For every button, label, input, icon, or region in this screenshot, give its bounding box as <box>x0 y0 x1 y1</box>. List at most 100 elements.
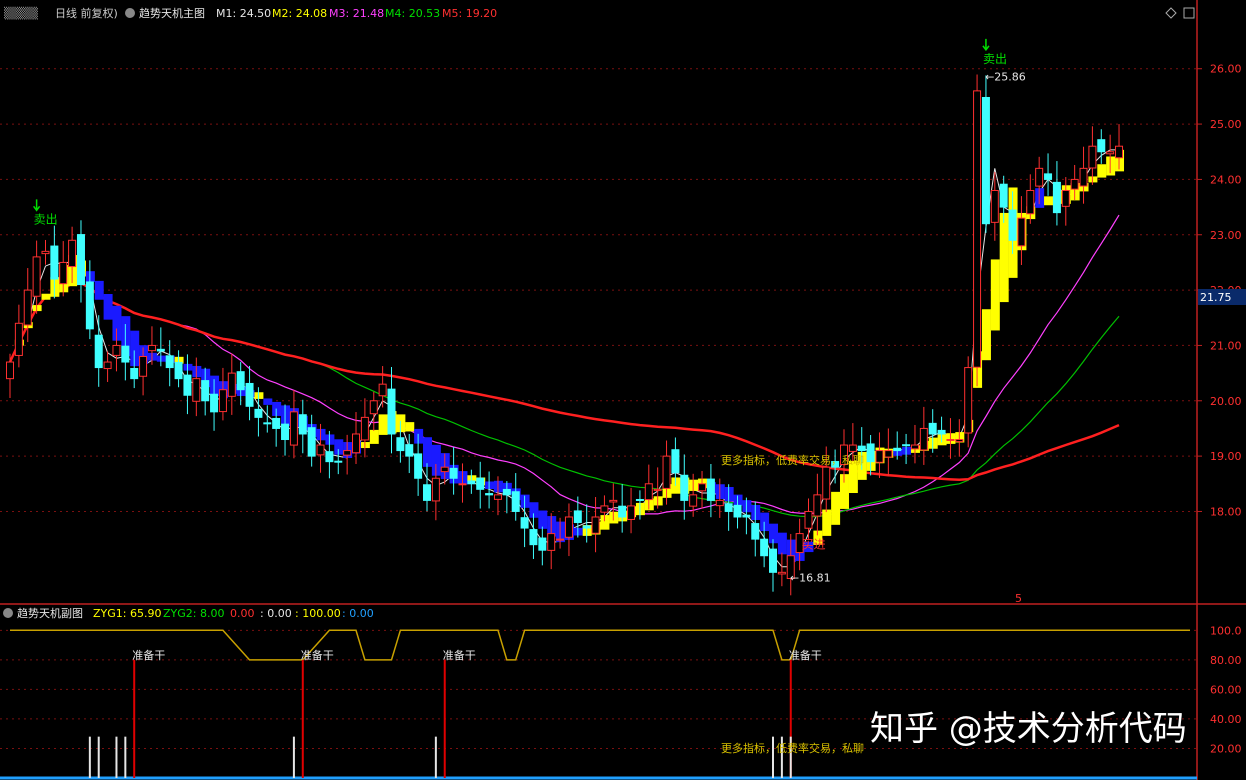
candle-body <box>130 367 139 380</box>
candle-body <box>919 427 928 451</box>
current-price: 21.75 <box>1200 291 1232 304</box>
candle-body <box>1026 189 1035 215</box>
candle-body <box>573 510 582 524</box>
candle-body <box>192 378 201 402</box>
candle-body <box>804 510 813 529</box>
candle-body <box>405 444 414 457</box>
candle-body <box>1017 217 1026 247</box>
candle-body <box>760 538 769 557</box>
band-step <box>405 422 415 432</box>
zhihu-watermark: 知乎 @技术分析代码 <box>870 709 1187 749</box>
candle-body <box>449 467 458 479</box>
candle-body <box>981 96 990 225</box>
candle-body <box>103 361 112 370</box>
candle-body <box>822 466 831 500</box>
candle-body <box>662 455 671 489</box>
candle-body <box>1079 167 1088 187</box>
sub-value-3: 0.00 <box>230 607 255 620</box>
indicator-toggle-icon[interactable] <box>125 8 135 18</box>
marker-5: 5 <box>1015 592 1022 605</box>
candle-body <box>94 334 103 369</box>
candle-body <box>156 348 165 352</box>
candle-body <box>236 371 245 391</box>
candle-body <box>32 256 41 297</box>
candle-body <box>272 417 281 429</box>
band-step <box>822 509 832 536</box>
sub-toggle-icon[interactable] <box>3 608 13 618</box>
candle-body <box>635 498 644 501</box>
candle-body <box>147 344 156 352</box>
band-step <box>538 510 548 529</box>
candle-body <box>547 533 556 551</box>
candle-body <box>564 516 573 538</box>
sub-tick-label: 40.00 <box>1210 713 1242 726</box>
candle-body <box>50 245 59 280</box>
sub-value-6: : 0.00 <box>342 607 374 620</box>
sub-tick-label: 100.0 <box>1210 624 1242 637</box>
band-step <box>263 398 273 405</box>
candle-body <box>227 372 236 397</box>
candle-body <box>1106 151 1115 155</box>
band-step <box>1097 164 1107 178</box>
band-step <box>999 212 1009 303</box>
zyg2-readout: ZYG2: 8.00 <box>163 607 224 620</box>
candle-body <box>511 491 520 512</box>
candle-body <box>378 383 387 397</box>
candle-body <box>582 525 591 529</box>
candle-body <box>866 443 875 463</box>
stock-name-mask: ▒▒▒▒ <box>4 6 38 20</box>
price-tick-label: 26.00 <box>1210 63 1242 76</box>
candle-body <box>715 499 724 507</box>
candle-body <box>68 239 77 268</box>
candle-body <box>706 478 715 501</box>
high-price-label: ←25.86 <box>985 70 1026 83</box>
candle-body <box>742 514 751 518</box>
candle-body <box>245 382 254 407</box>
candle-body <box>201 380 210 402</box>
candle-body <box>653 488 662 491</box>
candle-body <box>1115 145 1124 159</box>
candle-body <box>369 400 378 415</box>
candle-body <box>680 474 689 501</box>
candle-body <box>724 503 733 512</box>
candle-body <box>689 494 698 507</box>
candle-body <box>893 447 902 452</box>
candle-body <box>529 529 538 546</box>
main-indicator-name[interactable]: 趋势天机主图 <box>139 6 205 20</box>
candle-body <box>955 439 964 443</box>
candle-body <box>813 494 822 517</box>
candle-body <box>414 453 423 479</box>
candle-body <box>1044 173 1053 180</box>
candle-body <box>343 450 352 456</box>
candle-body <box>85 281 94 330</box>
candle-body <box>600 505 609 513</box>
candle-body <box>254 408 263 418</box>
candle-body <box>556 538 565 541</box>
candle-body <box>183 374 192 396</box>
candle-body <box>422 484 431 501</box>
ma5-readout: M5: 19.20 <box>442 7 497 20</box>
candle-body <box>458 483 467 486</box>
candle-body <box>644 483 653 501</box>
band-step <box>777 532 787 555</box>
candle-body <box>937 429 946 435</box>
candle-body <box>281 423 290 441</box>
candle-body <box>218 389 227 413</box>
sub-indicator-name[interactable]: 趋势天机副图 <box>17 606 83 620</box>
candle-body <box>777 571 786 575</box>
candle-body <box>627 505 636 520</box>
candle-body <box>41 250 50 255</box>
sub-tick-label: 20.00 <box>1210 742 1242 755</box>
price-tick-label: 19.00 <box>1210 450 1242 463</box>
band-step <box>831 491 841 525</box>
candle-body <box>538 537 547 551</box>
ma3-readout: M3: 21.48 <box>329 7 384 20</box>
candle-body <box>298 414 307 435</box>
candle-body <box>334 460 343 463</box>
chart-canvas: 26.0025.0024.0023.0022.0021.0020.0019.00… <box>0 0 1246 780</box>
prepare-signal-label: 准备干 <box>132 648 165 662</box>
ma1-readout: M1: 24.50 <box>216 7 271 20</box>
candle-body <box>848 444 857 452</box>
candle-body <box>476 477 485 490</box>
candle-body <box>121 345 130 363</box>
